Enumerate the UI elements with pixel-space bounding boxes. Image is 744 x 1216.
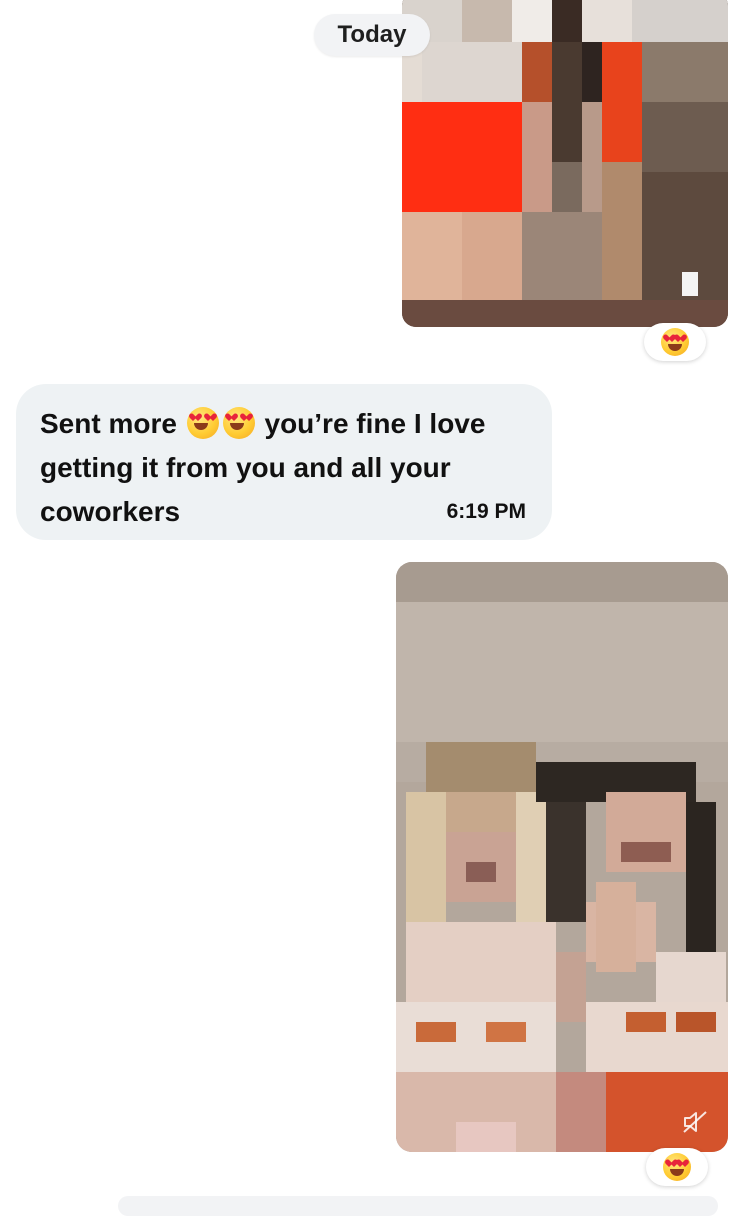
next-message-edge [118, 1196, 718, 1216]
reaction-badge-image[interactable] [644, 323, 706, 361]
date-separator-pill: Today [314, 14, 430, 56]
heart-eyes-emoji-icon [186, 406, 219, 439]
heart-eyes-emoji-icon [661, 328, 689, 356]
pixelated-photo [402, 0, 728, 327]
muted-speaker-icon[interactable] [682, 1110, 708, 1134]
message-text-start: Sent more [40, 408, 177, 439]
message-timestamp: 6:19 PM [446, 500, 526, 523]
date-separator-label: Today [337, 21, 407, 48]
heart-eyes-emoji-icon [222, 406, 255, 439]
reaction-badge-video[interactable] [646, 1148, 708, 1186]
incoming-text-bubble[interactable]: Sent more you’re fine I love getting it … [16, 384, 552, 540]
pixelated-video-frame [396, 562, 728, 1152]
heart-eyes-emoji-icon [663, 1153, 691, 1181]
video-message[interactable] [396, 562, 728, 1152]
image-message-top[interactable] [402, 0, 728, 327]
